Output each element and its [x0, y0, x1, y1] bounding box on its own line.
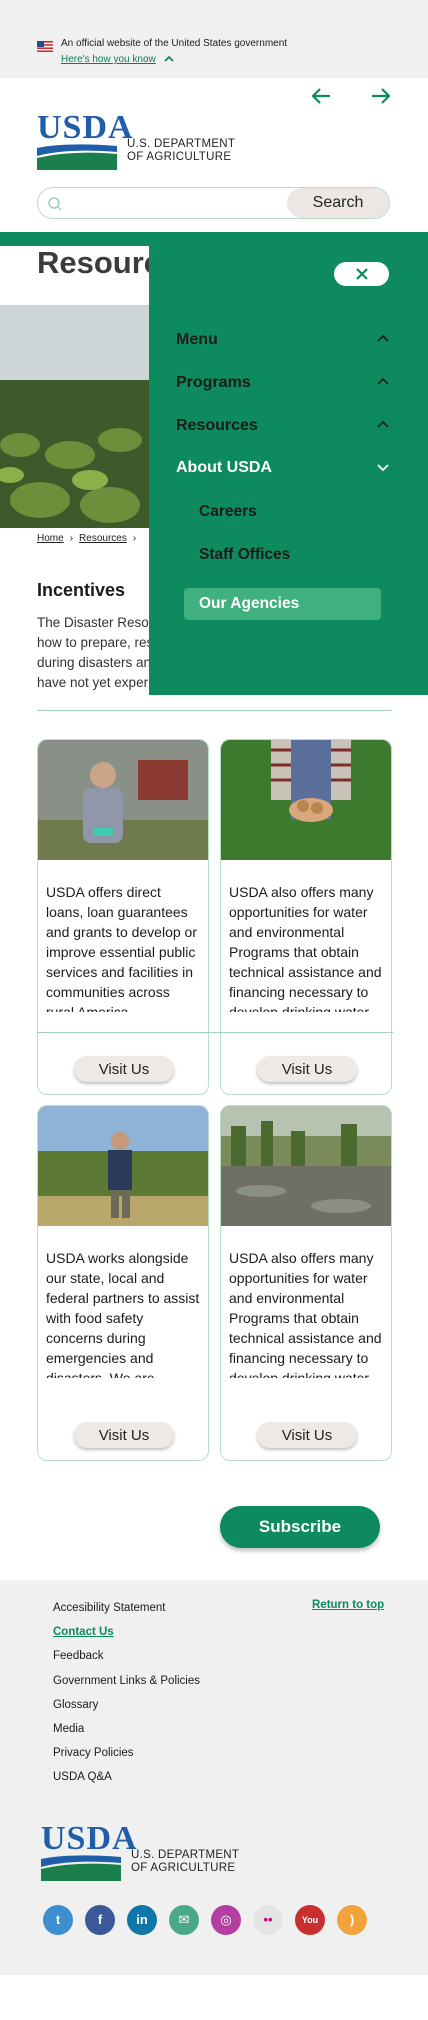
logo-swoosh-icon — [37, 144, 117, 170]
header-divider — [0, 232, 428, 246]
chevron-right-icon: › — [69, 533, 74, 544]
footer-usda-logo[interactable]: USDA U.S. DEPARTMENT OF AGRICULTURE — [41, 1820, 251, 1881]
card-image-flooded-field — [221, 1106, 391, 1226]
section-divider — [37, 710, 392, 711]
submenu-item-staff-offices[interactable]: Staff Offices — [199, 546, 290, 564]
twitter-icon[interactable]: t — [43, 1905, 73, 1935]
menu-item-programs[interactable]: Programs — [176, 374, 251, 392]
card-food-safety: USDA works alongside our state, local an… — [37, 1105, 209, 1461]
menu-item-resources[interactable]: Resources — [176, 417, 258, 435]
email-icon[interactable]: ✉ — [169, 1905, 199, 1935]
footer-link-media[interactable]: Media — [53, 1721, 200, 1745]
breadcrumb-resources[interactable]: Resources — [79, 533, 127, 544]
menu-panel: Menu Programs Resources About USDA Caree… — [149, 246, 428, 695]
search-bar: Search — [37, 187, 390, 219]
card-rural-services: USDA offers direct loans, loan guarantee… — [37, 739, 209, 1095]
usda-logo[interactable]: USDA U.S. DEPARTMENT OF AGRICULTURE — [37, 109, 247, 170]
chevron-down-icon[interactable] — [376, 463, 390, 472]
section-title: Incentives — [37, 580, 126, 600]
social-links: t f in ✉ ◎ •• You ) — [43, 1905, 367, 1935]
heres-how-you-know-link[interactable]: Here's how you know — [61, 54, 156, 65]
logo-swoosh-icon — [41, 1855, 121, 1881]
visit-us-button[interactable]: Visit Us — [74, 1422, 174, 1448]
chevron-right-icon: › — [132, 533, 137, 544]
logo-dept-text: U.S. DEPARTMENT OF AGRICULTURE — [127, 138, 236, 163]
card-text: USDA works alongside our state, local an… — [46, 1250, 200, 1378]
footer-links: Accesibility Statement Contact Us Feedba… — [53, 1600, 200, 1794]
chevron-up-icon[interactable] — [163, 54, 175, 64]
flickr-icon[interactable]: •• — [253, 1905, 283, 1935]
arrow-right-icon[interactable] — [368, 86, 392, 106]
chevron-up-icon[interactable] — [376, 420, 390, 429]
card-text: USDA offers direct loans, loan guarantee… — [46, 884, 197, 1012]
search-input[interactable] — [68, 192, 308, 214]
return-to-top-link[interactable]: Return to top — [312, 1599, 384, 1611]
gov-banner-text: An official website of the United States… — [61, 38, 288, 49]
footer-link-glossary[interactable]: Glossary — [53, 1697, 200, 1721]
close-icon — [355, 268, 368, 280]
linkedin-icon[interactable]: in — [127, 1905, 157, 1935]
footer-link-government-links[interactable]: Government Links & Policies — [53, 1673, 200, 1697]
gov-banner: An official website of the United States… — [0, 0, 428, 78]
footer-link-feedback[interactable]: Feedback — [53, 1648, 200, 1672]
us-flag-icon — [37, 41, 53, 52]
breadcrumb: Home › Resources › — [37, 533, 136, 544]
card-divider — [37, 1032, 393, 1033]
breadcrumb-home[interactable]: Home — [37, 533, 64, 544]
logo-usda-text: USDA — [37, 109, 134, 146]
hero-image — [0, 305, 150, 528]
rss-icon[interactable]: ) — [337, 1905, 367, 1935]
card-water-programs: USDA also offers many opportunities for … — [220, 739, 392, 1095]
footer-link-accessibility[interactable]: Accesibility Statement — [53, 1600, 200, 1624]
subscribe-button[interactable]: Subscribe — [220, 1506, 380, 1548]
menu-item-about-usda[interactable]: About USDA — [176, 459, 272, 477]
card-text: USDA also offers many opportunities for … — [229, 1250, 382, 1378]
footer-link-qa[interactable]: USDA Q&A — [53, 1769, 200, 1793]
search-icon — [48, 197, 62, 211]
chevron-up-icon[interactable] — [376, 377, 390, 386]
menu-item-menu[interactable]: Menu — [176, 331, 218, 349]
facebook-icon[interactable]: f — [85, 1905, 115, 1935]
youtube-icon[interactable]: You — [295, 1905, 325, 1935]
submenu-item-our-agencies[interactable]: Our Agencies — [184, 588, 381, 620]
visit-us-button[interactable]: Visit Us — [74, 1056, 174, 1082]
submenu-item-careers[interactable]: Careers — [199, 503, 257, 521]
card-image-man-field — [38, 1106, 208, 1226]
card-image-farmer-potatoes — [221, 740, 391, 860]
footer-link-privacy[interactable]: Privacy Policies — [53, 1745, 200, 1769]
logo-usda-text: USDA — [41, 1820, 138, 1857]
footer-link-contact[interactable]: Contact Us — [53, 1624, 200, 1648]
visit-us-button[interactable]: Visit Us — [257, 1056, 357, 1082]
card-water-programs-2: USDA also offers many opportunities for … — [220, 1105, 392, 1461]
footer: Accesibility Statement Contact Us Feedba… — [0, 1580, 428, 1975]
chevron-up-icon[interactable] — [376, 334, 390, 343]
card-text: USDA also offers many opportunities for … — [229, 884, 382, 1012]
instagram-icon[interactable]: ◎ — [211, 1905, 241, 1935]
visit-us-button[interactable]: Visit Us — [257, 1422, 357, 1448]
logo-dept-text: U.S. DEPARTMENT OF AGRICULTURE — [131, 1849, 240, 1874]
search-button[interactable]: Search — [287, 188, 389, 218]
card-image-worker — [38, 740, 208, 860]
close-menu-button[interactable] — [334, 262, 389, 286]
arrow-left-icon[interactable] — [310, 86, 334, 106]
